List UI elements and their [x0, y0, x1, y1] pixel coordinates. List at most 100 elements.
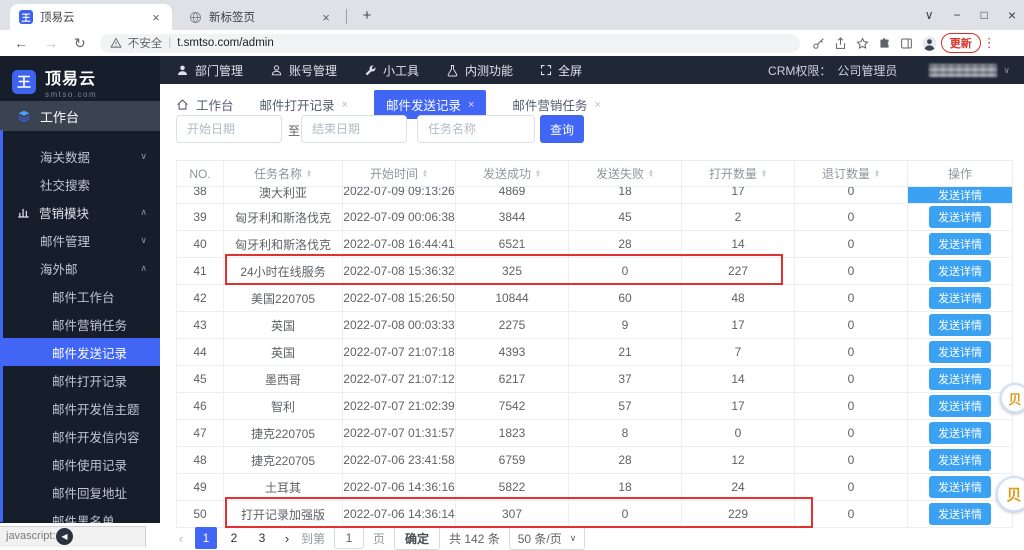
app-logo[interactable]: 王 顶易云 smtso.com	[0, 56, 160, 99]
browser-menu-icon[interactable]: ⋮	[983, 35, 996, 51]
sort-icon[interactable]: ▲ ▼	[648, 169, 654, 179]
jump-page-input[interactable]	[334, 527, 365, 549]
sidebar-item-营销模块[interactable]: 营销模块 ∧	[0, 198, 160, 226]
forward-icon[interactable]: →	[44, 35, 58, 51]
sidebar-item-邮件工作台[interactable]: 邮件工作台	[0, 282, 160, 310]
sidebar-item-邮件黑名单[interactable]: 邮件黑名单	[0, 506, 160, 524]
row-actions: 发送详情	[907, 500, 1013, 528]
unsub-count: 0	[794, 284, 908, 312]
send-detail-button[interactable]: 发送详情	[929, 449, 991, 471]
sort-icon[interactable]: ▲ ▼	[422, 169, 428, 179]
send-detail-button[interactable]: 发送详情	[929, 287, 991, 309]
sidebar-collapse-button[interactable]: ◀	[56, 528, 73, 545]
send-detail-button[interactable]: 发送详情	[929, 314, 991, 336]
send-detail-button[interactable]: 发送详情	[929, 206, 991, 228]
search-button[interactable]: 查询	[540, 115, 584, 143]
extensions-puzzle-icon[interactable]	[878, 37, 891, 50]
sort-icon[interactable]: ▲ ▼	[535, 169, 541, 179]
column-header-退订数量[interactable]: 退订数量 ▲ ▼	[794, 160, 908, 187]
side-panel-icon[interactable]	[900, 37, 913, 50]
close-tab-icon[interactable]: ×	[594, 99, 600, 111]
page-button-3[interactable]: 3	[251, 527, 273, 549]
send-detail-button[interactable]: 发送详情	[929, 503, 991, 525]
header-nav-部门管理[interactable]: 部门管理	[176, 62, 243, 79]
bookmark-star-icon[interactable]	[856, 36, 869, 50]
send-detail-button[interactable]: 发送详情	[929, 341, 991, 363]
task-name: 美国220705	[223, 284, 343, 312]
column-header-发送成功[interactable]: 发送成功 ▲ ▼	[455, 160, 569, 187]
sidebar-item-邮件营销任务[interactable]: 邮件营销任务	[0, 310, 160, 338]
close-window-icon[interactable]: ×	[1008, 7, 1016, 23]
close-tab-icon[interactable]: ×	[342, 99, 348, 111]
send-fail: 45	[568, 203, 682, 231]
chrome-update-button[interactable]: 更新	[940, 33, 981, 53]
header-nav-内测功能[interactable]: 内测功能	[446, 62, 513, 79]
close-tab-icon[interactable]: ×	[319, 10, 333, 25]
sidebar-item-邮件回复地址[interactable]: 邮件回复地址	[0, 478, 160, 506]
prev-page-icon[interactable]: ‹	[176, 531, 186, 546]
start-date-input[interactable]	[176, 115, 282, 143]
tab-邮件打开记录[interactable]: 邮件打开记录 ×	[260, 95, 348, 114]
tab-工作台[interactable]: 工作台	[176, 95, 234, 114]
floating-service-badge[interactable]: 贝	[1000, 383, 1024, 413]
column-header-任务名称[interactable]: 任务名称 ▲ ▼	[223, 160, 343, 187]
page-button-2[interactable]: 2	[223, 527, 245, 549]
confirm-button[interactable]: 确定	[394, 526, 441, 550]
header-nav-账号管理[interactable]: 账号管理	[270, 62, 337, 79]
sidebar-item-邮件发送记录[interactable]: 邮件发送记录	[0, 338, 160, 366]
back-icon[interactable]: ←	[14, 35, 28, 51]
chevron-down-icon[interactable]: ∨	[1003, 65, 1010, 76]
window-controls: ∨ − □ ×	[925, 0, 1016, 30]
row-no: 47	[176, 419, 224, 447]
close-tab-icon[interactable]: ×	[149, 10, 163, 25]
sidebar-item-邮件开发信内容[interactable]: 邮件开发信内容	[0, 422, 160, 450]
sidebar-item-海外邮[interactable]: 海外邮 ∧	[0, 254, 160, 282]
start-time: 2022-07-06 14:36:16	[342, 473, 456, 501]
column-header-发送失败[interactable]: 发送失败 ▲ ▼	[568, 160, 682, 187]
minimize-icon[interactable]: −	[954, 8, 961, 22]
sidebar-item-邮件打开记录[interactable]: 邮件打开记录	[0, 366, 160, 394]
column-header-开始时间[interactable]: 开始时间 ▲ ▼	[342, 160, 456, 187]
column-header-打开数量[interactable]: 打开数量 ▲ ▼	[681, 160, 795, 187]
user-name-redacted[interactable]	[929, 63, 998, 77]
page-size-select[interactable]: 50 条/页 ∨	[508, 526, 586, 550]
address-bar[interactable]: 不安全 | t.smtso.com/admin	[99, 33, 800, 53]
sidebar-item-邮件管理[interactable]: 邮件管理 ∨	[0, 226, 160, 254]
send-detail-button[interactable]: 发送详情	[929, 395, 991, 417]
send-detail-button[interactable]: 发送详情	[929, 260, 991, 282]
send-detail-button[interactable]: 发送详情	[929, 422, 991, 444]
sidebar-item-海关数据[interactable]: 海关数据 ∨	[0, 142, 160, 170]
next-page-icon[interactable]: ›	[282, 531, 292, 546]
sidebar-item-邮件开发信主题[interactable]: 邮件开发信主题	[0, 394, 160, 422]
tab-邮件营销任务[interactable]: 邮件营销任务 ×	[512, 95, 600, 114]
sidebar-item-workbench[interactable]: 工作台	[0, 101, 160, 131]
sort-icon[interactable]: ▲ ▼	[306, 169, 312, 179]
floating-service-badge[interactable]: 贝	[996, 476, 1024, 512]
browser-tab-newtab[interactable]: 新标签页 ×	[180, 4, 342, 30]
new-tab-button[interactable]: +	[356, 6, 378, 28]
task-name-input[interactable]	[417, 115, 535, 143]
reload-icon[interactable]: ↻	[74, 35, 86, 52]
password-key-icon[interactable]	[812, 37, 825, 50]
header-nav-小工具[interactable]: 小工具	[364, 62, 419, 79]
sidebar-scroll-indicator[interactable]	[0, 130, 3, 522]
sort-icon[interactable]: ▲ ▼	[874, 169, 880, 179]
close-tab-icon[interactable]: ×	[468, 99, 474, 111]
window-menu-icon[interactable]: ∨	[925, 8, 934, 22]
profile-avatar-icon[interactable]	[922, 35, 937, 51]
header-nav-全屏[interactable]: 全屏	[540, 62, 582, 79]
send-detail-button[interactable]: 发送详情	[929, 476, 991, 498]
unsub-count: 0	[794, 419, 908, 447]
send-detail-button[interactable]: 发送详情	[929, 368, 991, 390]
send-detail-button[interactable]: 发送详情	[908, 187, 1012, 203]
sort-icon[interactable]: ▲ ▼	[761, 169, 767, 179]
share-icon[interactable]	[834, 36, 847, 50]
unsub-count: 0	[794, 446, 908, 474]
sidebar-item-社交搜索[interactable]: 社交搜索	[0, 170, 160, 198]
browser-tab-current[interactable]: 王 顶易云 ×	[10, 4, 172, 30]
send-detail-button[interactable]: 发送详情	[929, 233, 991, 255]
maximize-icon[interactable]: □	[981, 8, 988, 22]
end-date-input[interactable]	[301, 115, 407, 143]
sidebar-item-邮件使用记录[interactable]: 邮件使用记录	[0, 450, 160, 478]
page-button-1[interactable]: 1	[195, 527, 217, 549]
